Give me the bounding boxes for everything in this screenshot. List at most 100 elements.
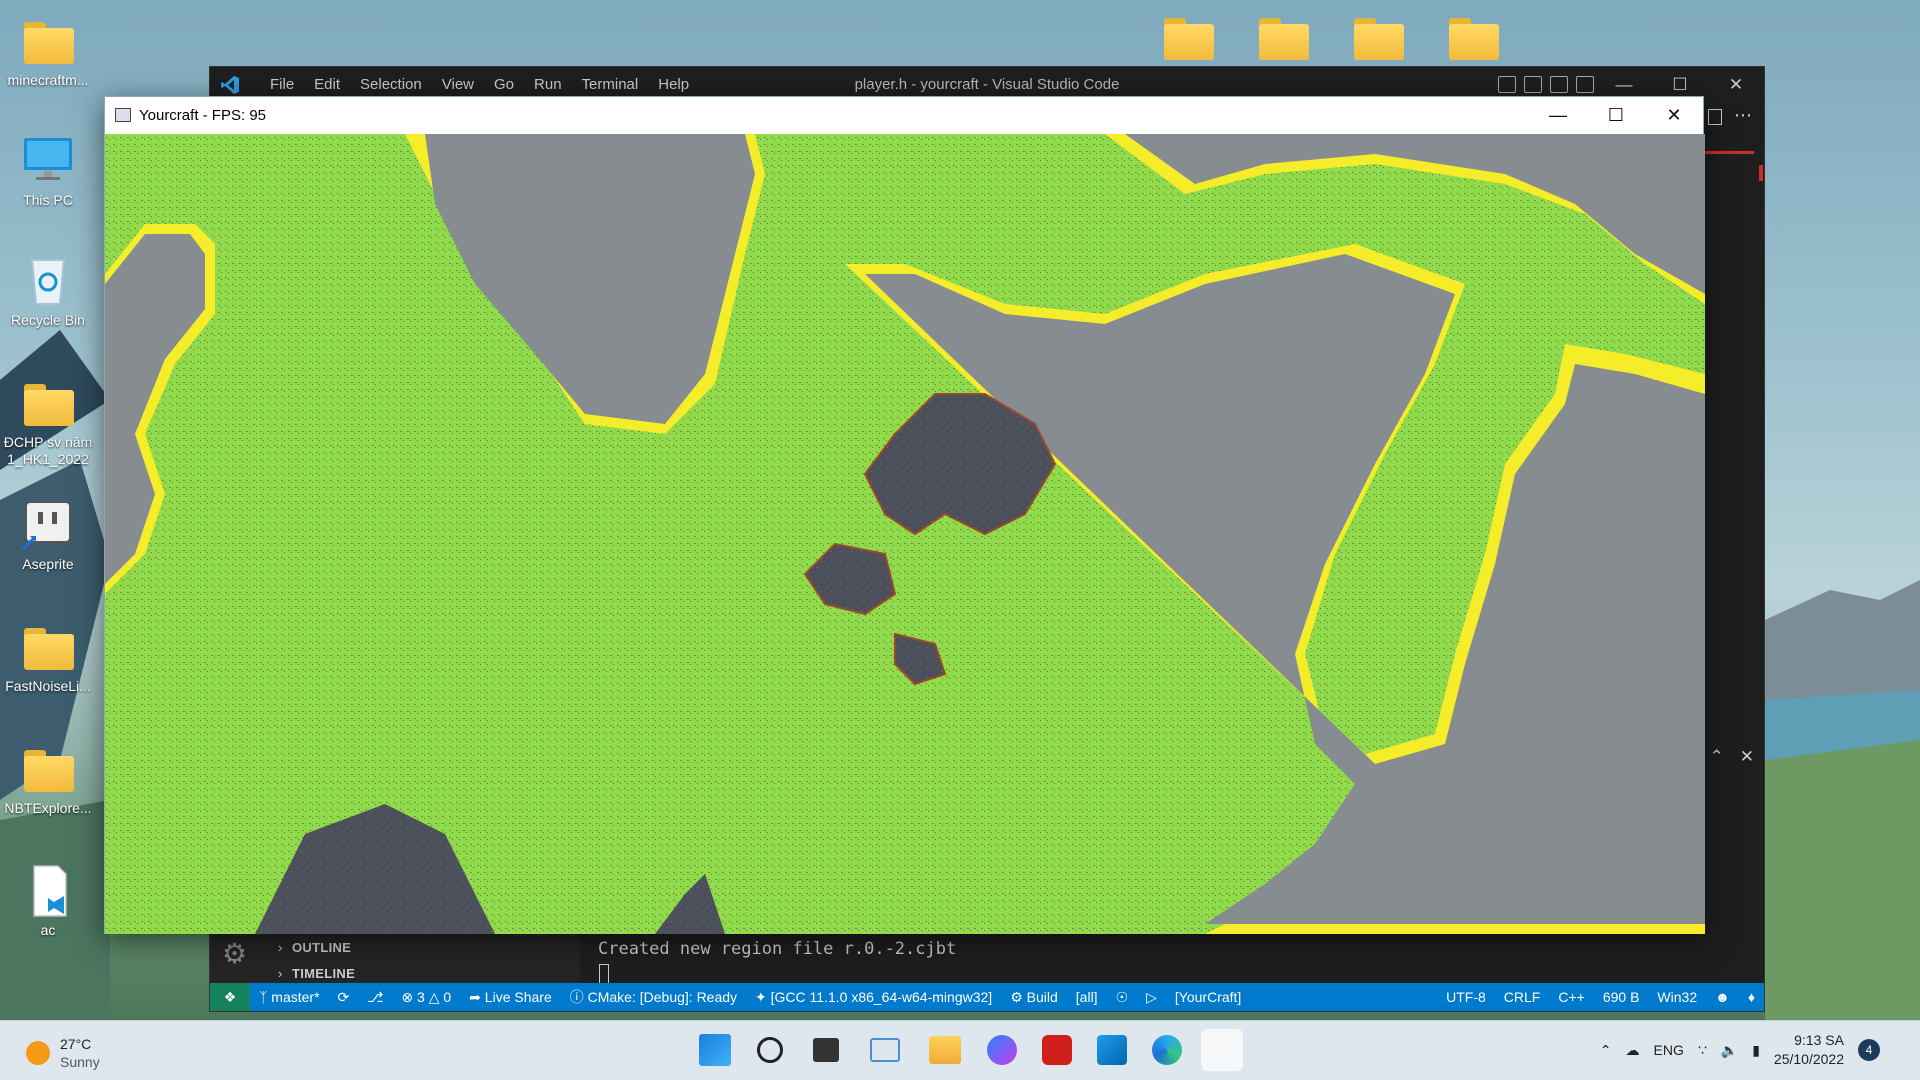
close-icon[interactable]: ✕ [1708, 67, 1764, 103]
build-button[interactable]: ⚙ Build [1001, 989, 1067, 1006]
gear-icon[interactable]: ⚙ [222, 939, 252, 969]
desktop-icon-label: ac [40, 922, 56, 938]
editor-area-visible-edge: ⋯ [1704, 103, 1764, 753]
maximize-icon[interactable]: ☐ [1587, 97, 1645, 134]
edge-icon[interactable] [1152, 1035, 1182, 1065]
scrollbar-marker [1759, 165, 1763, 181]
search-icon[interactable] [757, 1037, 783, 1063]
onedrive-icon[interactable]: ☁ [1626, 1042, 1640, 1059]
launch-target[interactable]: [YourCraft] [1166, 989, 1250, 1005]
desktop-icon-label: Aseprite [22, 556, 74, 572]
warning-count: 0 [443, 988, 452, 1005]
chevron-up-icon[interactable]: ⌃ [1600, 1042, 1612, 1059]
sidebar-bottom: ⚙ › OUTLINE › TIMELINE [210, 933, 580, 983]
feedback-icon[interactable]: ☻ [1706, 989, 1739, 1005]
close-icon[interactable]: ✕ [1645, 97, 1703, 134]
weather-widget[interactable]: 27°C Sunny [26, 1035, 100, 1071]
taskbar-apps [694, 1029, 1243, 1071]
status-bar: ❖ ᛉ master* ⟳ ⎇ ⊗ 3 △ 0 ➦ Live Share ⓘ C… [210, 983, 1764, 1011]
toggle-secondary-sidebar-icon[interactable] [1550, 76, 1568, 93]
time: 9:13 SA [1794, 1032, 1844, 1048]
notification-badge[interactable]: 4 [1858, 1039, 1880, 1061]
clock[interactable]: 9:13 SA 25/10/2022 [1774, 1031, 1844, 1069]
file-explorer-icon[interactable] [929, 1036, 961, 1064]
git-graph-icon[interactable]: ⎇ [358, 989, 392, 1006]
problems-indicator[interactable]: ⊗ 3 △ 0 [392, 989, 460, 1006]
desktop-icon-label: This PC [23, 192, 73, 208]
line-endings[interactable]: CRLF [1495, 989, 1550, 1005]
cmake-kit[interactable]: ✦ [GCC 11.1.0 x86_64-w64-mingw32] [746, 989, 1001, 1006]
timeline-label: TIMELINE [292, 966, 356, 981]
cmake-label: CMake: [Debug]: Ready [587, 989, 738, 1005]
desktop-folder-top-4[interactable] [1445, 8, 1501, 64]
minimize-icon[interactable]: — [1529, 97, 1587, 134]
game-window-title: Yourcraft - FPS: 95 [139, 107, 267, 124]
desktop-folder-top-3[interactable] [1350, 8, 1406, 64]
folder-icon [20, 12, 76, 68]
split-editor-icon[interactable] [1708, 109, 1722, 125]
app-window-icon [115, 108, 131, 122]
desktop-icon-ac[interactable]: ac [0, 862, 96, 939]
vscode-taskbar-icon[interactable] [1097, 1035, 1127, 1065]
more-actions-icon[interactable]: ⋯ [1734, 105, 1752, 126]
desktop-icon-nbtexplorer[interactable]: NBTExplore... [0, 740, 96, 817]
wifi-icon[interactable]: ∵ [1698, 1042, 1707, 1059]
desktop-icon-recycle-bin[interactable]: Recycle Bin [0, 252, 96, 329]
remote-indicator-icon[interactable]: ❖ [210, 983, 250, 1011]
outline-label: OUTLINE [292, 940, 352, 955]
desktop-icon-this-pc[interactable]: This PC [0, 132, 96, 209]
system-tray: ⌃ ☁ ENG ∵ 🔈 ▮ 9:13 SA 25/10/2022 4 [1600, 1031, 1880, 1069]
task-manager-icon[interactable] [870, 1038, 900, 1062]
status-branch[interactable]: ᛉ master* [250, 989, 329, 1005]
desktop-folder-top-2[interactable] [1255, 8, 1311, 64]
kit-label: [GCC 11.1.0 x86_64-w64-mingw32] [770, 988, 993, 1005]
terminal-output: Created new region file r.0.-2.cjbt [598, 939, 957, 959]
game-viewport[interactable] [105, 134, 1705, 934]
language-indicator[interactable]: ENG [1654, 1042, 1684, 1058]
date: 25/10/2022 [1773, 1051, 1844, 1067]
desktop-icon-aseprite[interactable]: Aseprite [0, 496, 96, 573]
game-window[interactable]: Yourcraft - FPS: 95 — ☐ ✕ [104, 96, 1705, 934]
folder-icon [20, 740, 76, 796]
desktop-icon-label: FastNoiseLi... [5, 678, 91, 694]
bell-icon[interactable]: ♦ [1739, 989, 1764, 1005]
sync-icon[interactable]: ⟳ [329, 989, 359, 1006]
desktop-icon-label: NBTExplore... [4, 800, 92, 816]
battery-icon[interactable]: ▮ [1752, 1042, 1760, 1059]
maximize-panel-icon[interactable]: ⌃ [1710, 747, 1724, 767]
live-share-button[interactable]: ➦ Live Share [460, 989, 561, 1006]
desktop-folder-top-1[interactable] [1160, 8, 1216, 64]
encoding[interactable]: UTF-8 [1437, 989, 1495, 1005]
language-mode[interactable]: C++ [1549, 989, 1593, 1005]
monitor-icon [24, 138, 72, 180]
recycle-bin-icon [30, 259, 66, 305]
yourcraft-taskbar-icon[interactable] [1201, 1029, 1243, 1071]
outline-section[interactable]: › OUTLINE [278, 940, 351, 955]
file-size: 690 B [1602, 989, 1640, 1005]
start-icon[interactable] [699, 1034, 731, 1066]
customize-layout-icon[interactable] [1576, 76, 1594, 93]
toggle-panel-icon[interactable] [1524, 76, 1542, 93]
debug-icon[interactable]: ☉ [1107, 989, 1138, 1006]
desktop-icon-label: Recycle Bin [11, 312, 85, 328]
desktop-icon-minecraftm[interactable]: minecraftm... [0, 12, 96, 89]
timeline-section[interactable]: › TIMELINE [278, 966, 355, 981]
game-titlebar[interactable]: Yourcraft - FPS: 95 — ☐ ✕ [105, 97, 1703, 134]
run-icon[interactable]: ▷ [1137, 989, 1166, 1006]
garena-icon[interactable] [1042, 1035, 1072, 1065]
messenger-icon[interactable] [987, 1035, 1017, 1065]
toggle-primary-sidebar-icon[interactable] [1498, 76, 1516, 93]
sun-icon [26, 1041, 50, 1065]
desktop-icon-fastnoiselite[interactable]: FastNoiseLi... [0, 618, 96, 695]
weather-text: 27°C Sunny [60, 1035, 100, 1071]
game-window-controls: — ☐ ✕ [1529, 97, 1703, 134]
desktop-icon-dchp-folder[interactable]: ĐCHP sv năm 1_HK1_2022 [0, 374, 96, 468]
platform[interactable]: Win32 [1648, 989, 1706, 1005]
terminal-cursor [599, 964, 609, 984]
close-panel-icon[interactable]: ✕ [1740, 747, 1754, 767]
task-view-icon[interactable] [813, 1038, 839, 1062]
volume-icon[interactable]: 🔈 [1721, 1042, 1738, 1059]
weather-desc: Sunny [60, 1054, 100, 1070]
cmake-status[interactable]: ⓘ CMake: [Debug]: Ready [561, 987, 746, 1007]
build-target[interactable]: [all] [1067, 989, 1107, 1005]
